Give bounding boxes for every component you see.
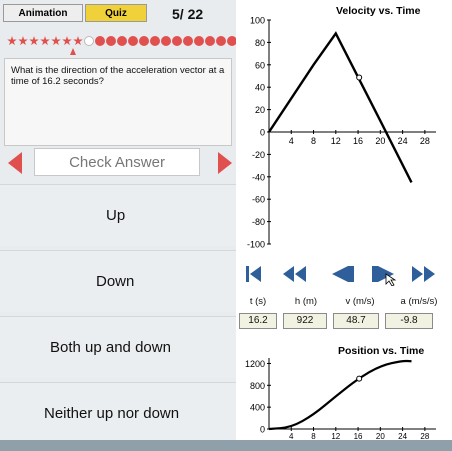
progress-dot [51,36,61,46]
rewind-icon[interactable] [283,266,306,282]
col-header-velocity: v (m/s) [345,296,375,307]
velocity-current-marker [356,74,363,81]
progress-dot [194,36,204,46]
progress-dot [139,36,149,46]
velocity-y-tick-label: 60 [255,60,265,70]
step-back-icon[interactable] [332,266,354,282]
position-chart: Position vs. Time 120080040004 8 12 16 20 24 2… [245,345,436,441]
next-question-arrow-icon[interactable] [218,152,232,174]
progress-dot [117,36,127,46]
progress-dot [18,36,28,46]
velocity-y-tick-label: 80 [255,38,265,48]
progress-dot [73,36,83,46]
position-y-tick-label: 0 [260,425,265,435]
answer-option-neither[interactable]: Neither up nor down [0,382,236,444]
tab-animation[interactable]: Animation [3,4,83,22]
quiz-panel: Animation Quiz 5/ 22 What is the directi… [0,0,248,451]
col-header-time: t (s) [249,296,267,307]
velocity-y-tick-label: -40 [252,172,265,182]
question-card: What is the direction of the acceleratio… [4,58,232,146]
velocity-y-tick-label: 40 [255,83,265,93]
position-y-tick-label: 400 [250,403,265,413]
progress-dot [106,36,116,46]
velocity-y-tick-label: 0 [260,128,265,138]
skip-back-icon[interactable] [246,266,261,282]
answer-label: Both up and down [50,339,171,356]
velocity-x-tick-label: 28 [420,136,430,146]
check-answer-button[interactable]: Check Answer [34,148,200,176]
progress-dot [172,36,182,46]
progress-dot [128,36,138,46]
position-chart-title: Position vs. Time [338,345,424,357]
value-acceleration: -9.8 [385,313,433,329]
velocity-y-tick-label: -80 [252,217,265,227]
col-header-acceleration: a (m/s/s) [400,296,438,307]
cursor-icon [385,273,397,287]
position-series-line [268,359,412,431]
answer-option-up[interactable]: Up [0,184,236,246]
velocity-y-tick-label: -60 [252,195,265,205]
answer-label: Up [106,207,126,224]
playback-controls [236,262,452,287]
progress-dot [29,36,39,46]
question-text: What is the direction of the acceleratio… [11,65,225,87]
quiz-score: 5/ 22 [172,6,204,22]
progress-dot [7,36,17,46]
fast-forward-icon[interactable] [412,266,435,282]
answer-option-both[interactable]: Both up and down [0,316,236,378]
velocity-x-tick-label: 4 [289,136,294,146]
velocity-chart: Velocity vs. Time 100 80 60 40 20 0 -20 -40 -60 -… [247,5,436,250]
progress-dot [216,36,226,46]
answer-label: Down [96,273,135,290]
progress-dot [62,36,72,46]
progress-dot [161,36,171,46]
velocity-y-tick-label: 100 [250,16,265,26]
velocity-y-tick-label: -20 [252,150,265,160]
velocity-x-tick-label: 16 [353,136,363,146]
current-question-marker [70,48,76,55]
velocity-y-tick-label: 20 [255,105,265,115]
progress-dot [150,36,160,46]
readout-table: t (s) h (m) v (m/s) a (m/s/s) 16.2 922 4… [236,296,452,329]
question-progress [7,36,248,46]
progress-dot [95,36,105,46]
progress-dot [205,36,215,46]
progress-dot [84,36,94,46]
position-y-tick-label: 800 [250,381,265,391]
bottom-bar [0,440,452,451]
velocity-x-tick-label: 20 [375,136,385,146]
value-height: 922 [283,313,327,329]
position-current-marker [356,375,363,382]
velocity-x-tick-label: 12 [331,136,341,146]
tab-quiz[interactable]: Quiz [85,4,147,22]
velocity-y-tick-label: -100 [247,240,265,250]
progress-dot [183,36,193,46]
position-y-tick-label: 1200 [245,359,265,369]
previous-question-arrow-icon[interactable] [8,152,22,174]
value-velocity: 48.7 [333,313,379,329]
answer-option-down[interactable]: Down [0,250,236,312]
value-time: 16.2 [239,313,277,329]
col-header-height: h (m) [294,296,318,307]
velocity-series-line [267,31,413,183]
velocity-x-tick-label: 24 [398,136,408,146]
answer-label: Neither up nor down [44,405,180,422]
velocity-x-tick-label: 8 [311,136,316,146]
velocity-chart-title: Velocity vs. Time [336,5,421,17]
progress-dot [40,36,50,46]
